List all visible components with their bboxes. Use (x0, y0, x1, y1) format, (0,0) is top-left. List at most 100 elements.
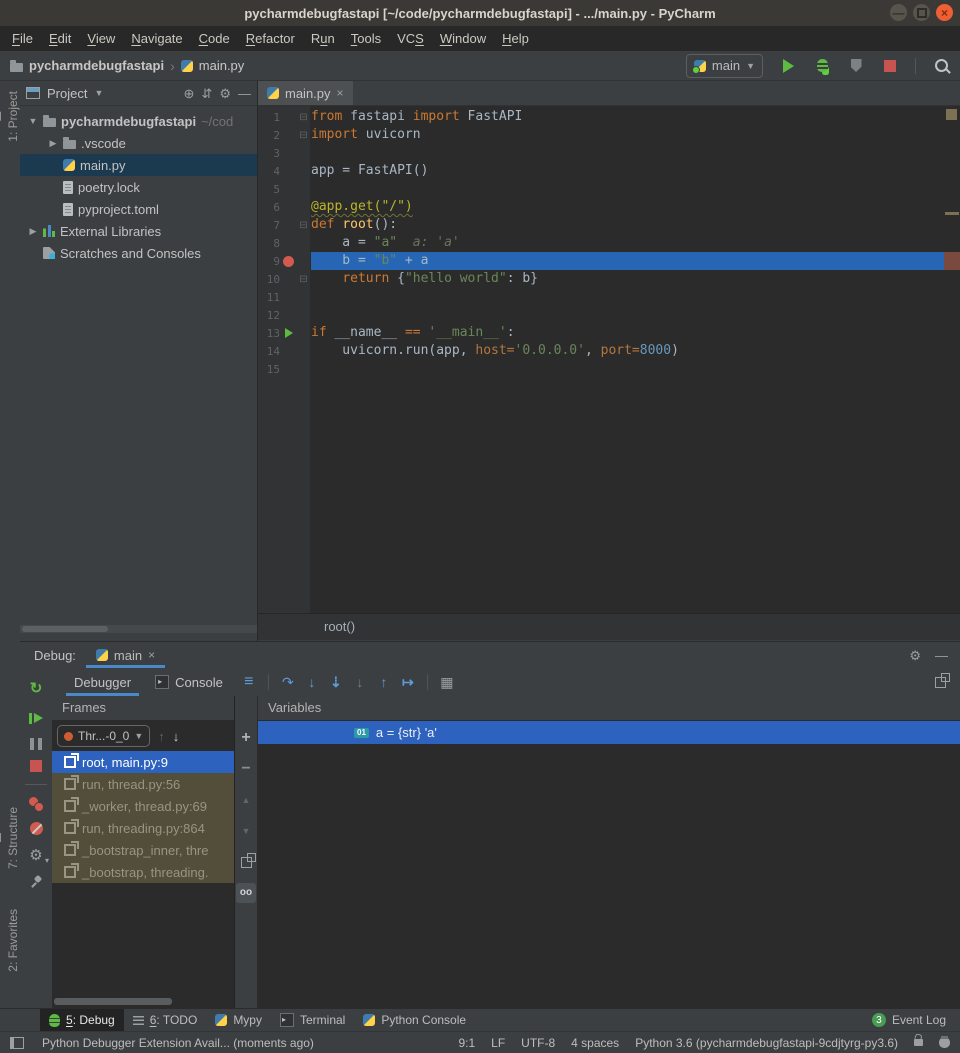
menu-item-edit[interactable]: Edit (41, 31, 79, 46)
tree-item-scratches-and-consoles[interactable]: Scratches and Consoles (20, 242, 257, 264)
code-text[interactable]: @app.get("/") (311, 198, 960, 216)
code-text[interactable]: from fastapi import FastAPI (311, 108, 960, 126)
settings-gear-icon[interactable]: ⚙ (909, 649, 921, 662)
next-frame-button[interactable]: ↓ (173, 729, 180, 744)
tool-window-button-terminal[interactable]: Terminal (271, 1009, 354, 1031)
chevron-down-icon[interactable]: ▼ (94, 88, 103, 98)
threads-view-icon[interactable] (239, 672, 259, 692)
breadcrumb-project[interactable]: pycharmdebugfastapi (29, 58, 164, 73)
close-icon[interactable]: × (337, 86, 344, 100)
move-up-icon[interactable] (236, 790, 256, 810)
horizontal-scrollbar[interactable] (20, 625, 257, 633)
menu-item-run[interactable]: Run (303, 31, 343, 46)
run-arrow-icon[interactable] (281, 328, 296, 338)
stripe-button-structure[interactable]: 7: Structure (0, 807, 20, 869)
tree-item-pyproject-toml[interactable]: pyproject.toml (20, 198, 257, 220)
menu-item-help[interactable]: Help (494, 31, 537, 46)
debug-button[interactable] (813, 57, 831, 75)
view-breakpoints-icon[interactable] (29, 797, 44, 812)
add-watch-icon[interactable] (236, 728, 256, 748)
step-out-icon[interactable] (374, 672, 394, 692)
stop-button[interactable] (881, 57, 899, 75)
hide-panel-icon[interactable]: — (238, 87, 251, 100)
breakpoint-icon[interactable] (281, 256, 296, 267)
step-into-my-code-icon[interactable] (326, 672, 346, 692)
move-down-icon[interactable] (236, 821, 256, 841)
show-watches-icon[interactable] (236, 883, 256, 903)
tab-console[interactable]: Console (143, 668, 235, 696)
code-text[interactable] (311, 306, 960, 324)
mute-breakpoints-icon[interactable] (30, 822, 43, 835)
scrollbar-thumb[interactable] (54, 998, 172, 1005)
settings-icon[interactable] (26, 845, 46, 865)
fold-marker-icon[interactable]: ⊟ (296, 220, 311, 231)
fold-marker-icon[interactable]: ⊟ (296, 112, 311, 123)
pin-icon[interactable] (30, 875, 43, 888)
close-icon[interactable]: × (936, 4, 953, 21)
code-text[interactable]: uvicorn.run(app, host='0.0.0.0', port=80… (311, 342, 960, 360)
rerun-icon[interactable] (26, 678, 46, 698)
step-over-icon[interactable] (278, 672, 298, 692)
tree-item-vscode[interactable]: ▶.vscode (20, 132, 257, 154)
tool-window-button-6-todo[interactable]: 6: TODO (124, 1009, 207, 1031)
frame-row[interactable]: root, main.py:9 (52, 751, 234, 773)
tool-window-button-python-console[interactable]: Python Console (354, 1009, 475, 1031)
tab-debugger[interactable]: Debugger (62, 668, 143, 696)
menu-item-refactor[interactable]: Refactor (238, 31, 303, 46)
code-text[interactable]: a = "a" a: 'a' (311, 234, 960, 252)
tree-item-external-libraries[interactable]: ▶External Libraries (20, 220, 257, 242)
tool-window-button-mypy[interactable]: Mypy (206, 1009, 271, 1031)
pause-icon[interactable] (30, 738, 42, 750)
inspections-profile-icon[interactable] (939, 1037, 950, 1048)
step-into-icon[interactable] (302, 672, 322, 692)
editor-breadcrumb[interactable]: root() (258, 613, 960, 640)
force-step-into-icon[interactable] (350, 672, 370, 692)
layout-settings-button[interactable] (930, 672, 950, 692)
breadcrumb-file[interactable]: main.py (199, 58, 245, 73)
editor-tab-main-py[interactable]: main.py × (258, 81, 353, 105)
frame-row[interactable]: _bootstrap, threading. (52, 861, 234, 883)
fold-marker-icon[interactable]: ⊟ (296, 130, 311, 141)
menu-item-file[interactable]: File (4, 31, 41, 46)
code-text[interactable]: app = FastAPI() (311, 162, 960, 180)
close-icon[interactable]: × (148, 648, 155, 662)
frame-row[interactable]: run, threading.py:864 (52, 817, 234, 839)
menu-item-tools[interactable]: Tools (343, 31, 389, 46)
frame-row[interactable]: _bootstrap_inner, thre (52, 839, 234, 861)
code-text[interactable]: def root(): (311, 216, 960, 234)
run-configuration-select[interactable]: main ▼ (686, 54, 763, 78)
locate-file-icon[interactable]: ⊕ (184, 87, 195, 100)
code-text[interactable]: b = "b" + a (311, 252, 960, 270)
code-text[interactable] (311, 360, 960, 378)
status-item-4-spaces[interactable]: 4 spaces (571, 1036, 619, 1050)
code-text[interactable] (311, 288, 960, 306)
resume-icon[interactable] (26, 708, 46, 728)
evaluate-icon[interactable] (437, 672, 457, 692)
remove-watch-icon[interactable] (236, 759, 256, 779)
thread-selector-dropdown[interactable]: Thr...-0_0 ▼ (57, 725, 150, 747)
tree-item-main-py[interactable]: main.py (20, 154, 257, 176)
stripe-button-favorites[interactable]: 2: Favorites★ (0, 909, 20, 972)
status-item-9-1[interactable]: 9:1 (458, 1036, 475, 1050)
menu-item-navigate[interactable]: Navigate (123, 31, 190, 46)
hide-panel-icon[interactable]: — (935, 649, 948, 662)
menu-item-code[interactable]: Code (191, 31, 238, 46)
maximize-icon[interactable] (913, 4, 930, 21)
duplicate-icon[interactable] (236, 852, 256, 872)
status-item-python-3-6-pycharmdebugfastapi-9cdjtyrg-py3-6[interactable]: Python 3.6 (pycharmdebugfastapi-9cdjtyrg… (635, 1036, 898, 1050)
code-text[interactable]: return {"hello world": b} (311, 270, 960, 288)
lock-icon[interactable] (914, 1039, 923, 1046)
code-text[interactable] (311, 144, 960, 162)
collapse-all-icon[interactable]: ⇵ (201, 87, 212, 100)
error-stripe-warning-marker[interactable] (945, 212, 959, 215)
minimize-icon[interactable]: — (890, 4, 907, 21)
scrollbar-thumb[interactable] (22, 626, 108, 632)
previous-frame-button[interactable]: ↑ (158, 729, 165, 744)
tree-item-poetry-lock[interactable]: poetry.lock (20, 176, 257, 198)
error-stripe-breakpoint-marker[interactable] (944, 252, 960, 270)
run-button[interactable] (779, 57, 797, 75)
menu-item-vcs[interactable]: VCS (389, 31, 432, 46)
status-item-utf-8[interactable]: UTF-8 (521, 1036, 555, 1050)
coverage-button[interactable] (847, 57, 865, 75)
status-item-lf[interactable]: LF (491, 1036, 505, 1050)
